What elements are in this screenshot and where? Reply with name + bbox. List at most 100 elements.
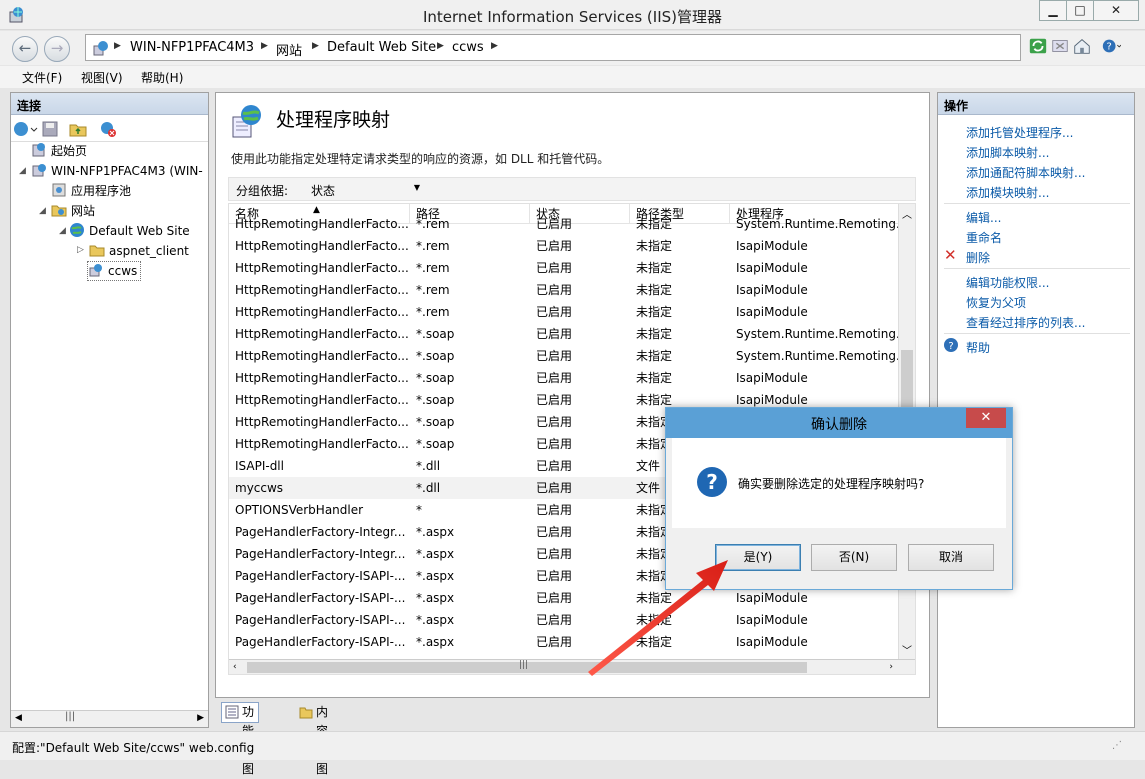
action-rename[interactable]: 重命名 (966, 229, 1002, 246)
disconnect-icon[interactable] (99, 120, 117, 138)
table-row[interactable]: HttpRemotingHandlerFacto... *.soap 已启用 未指定 S… (229, 345, 903, 367)
collapse-arrow-icon[interactable]: ◢ (19, 166, 26, 176)
scroll-left-icon[interactable]: ‹ (233, 662, 237, 672)
breadcrumb-separator-icon: ▶ (312, 41, 319, 51)
table-row[interactable]: HttpRemotingHandlerFacto... *.rem 已启用 未指定 Is… (229, 279, 903, 301)
tab-content-view[interactable]: 内容视图 (295, 702, 333, 776)
table-row[interactable]: PageHandlerFactory-ISAPI-... *.aspx 已启用 未指定… (229, 587, 903, 609)
cell-path: *.rem (416, 239, 450, 253)
scroll-right-icon[interactable]: ▶ (197, 713, 204, 723)
cell-path: *.aspx (416, 569, 455, 583)
forward-arrow-icon: → (50, 39, 64, 57)
tree-item-sites[interactable]: 网站 (51, 201, 95, 221)
address-bar[interactable]: ▶ WIN-NFP1PFAC4M3 ▶ 网站 ▶ Default Web Sit… (85, 34, 1021, 61)
action-edit-feature-permissions[interactable]: 编辑功能权限... (966, 274, 1049, 291)
collapse-arrow-icon[interactable]: ◢ (59, 226, 66, 236)
no-button[interactable]: 否(N) (811, 544, 897, 571)
cell-path: *.soap (416, 371, 455, 385)
expand-arrow-icon[interactable]: ▷ (77, 245, 84, 255)
table-row[interactable]: HttpRemotingHandlerFacto... *.soap 已启用 未指定 I… (229, 367, 903, 389)
home-icon[interactable] (1071, 35, 1093, 57)
cell-state: 已启用 (536, 437, 573, 451)
resize-grip-icon[interactable]: ⋰ (1112, 740, 1122, 751)
yes-button[interactable]: 是(Y) (715, 544, 801, 571)
connect-globe-icon[interactable] (13, 120, 39, 138)
cancel-button[interactable]: 取消 (908, 544, 994, 571)
menu-file[interactable]: 文件(F) (22, 69, 62, 86)
menu-help[interactable]: 帮助(H) (141, 69, 183, 86)
action-help[interactable]: 帮助 (966, 339, 990, 356)
table-row[interactable]: HttpRemotingHandlerFacto... *.rem 已启用 未指定 Is… (229, 257, 903, 279)
action-add-managed-handler[interactable]: 添加托管处理程序... (966, 124, 1073, 141)
folder-up-icon[interactable] (69, 120, 87, 138)
scroll-right-icon[interactable]: › (889, 662, 893, 672)
svg-text:?: ? (706, 470, 718, 494)
breadcrumb-server[interactable]: WIN-NFP1PFAC4M3 (130, 40, 254, 55)
scroll-left-icon[interactable]: ◀ (15, 713, 22, 723)
cell-name: PageHandlerFactory-Integr... (235, 525, 406, 539)
tree-item-label: 网站 (71, 204, 96, 218)
dialog-close-button[interactable]: ✕ (966, 408, 1006, 428)
handler-mappings-icon (232, 105, 261, 138)
cell-path: *.aspx (416, 547, 455, 561)
help-dropdown-icon[interactable]: ? (1100, 35, 1122, 57)
cell-name: OPTIONSVerbHandler (235, 503, 364, 517)
action-edit[interactable]: 编辑... (966, 209, 1001, 226)
close-button[interactable]: ✕ (1093, 0, 1139, 21)
scroll-thumb[interactable] (901, 350, 913, 410)
sites-folder-icon (51, 205, 67, 217)
tree-item-start-page[interactable]: 起始页 (31, 141, 87, 161)
group-by-select[interactable]: 状态 ▼ (307, 181, 422, 199)
minimize-button[interactable]: ▁ (1039, 0, 1067, 21)
breadcrumb-ccws[interactable]: ccws (452, 40, 484, 55)
table-row[interactable]: HttpRemotingHandlerFacto... *.rem 已启用 未指定 Sy… (229, 213, 903, 235)
tree-item-server[interactable]: WIN-NFP1PFAC4M3 (WIN- (31, 161, 203, 181)
forward-button[interactable]: → (44, 36, 70, 62)
action-view-ordered-list[interactable]: 查看经过排序的列表... (966, 314, 1085, 331)
stop-icon[interactable] (1049, 35, 1071, 57)
cell-state: 已启用 (536, 503, 573, 517)
server-icon (32, 164, 46, 177)
content-view-icon (299, 707, 313, 719)
action-add-script-map[interactable]: 添加脚本映射... (966, 144, 1049, 161)
action-add-wildcard-script-map[interactable]: 添加通配符脚本映射... (966, 164, 1085, 181)
cell-path-type: 未指定 (636, 371, 673, 385)
table-row[interactable]: PageHandlerFactory-ISAPI-... *.aspx 已启用 未指定… (229, 609, 903, 631)
refresh-icon[interactable] (1027, 35, 1049, 57)
tab-features-view[interactable]: 功能视图 (221, 702, 260, 776)
action-delete[interactable]: 删除 (966, 249, 990, 266)
table-horizontal-scrollbar[interactable]: ‹ ||| › (229, 659, 915, 674)
tree-item-label: ccws (108, 264, 138, 278)
tree-item-aspnet-client[interactable]: aspnet_client (89, 241, 189, 261)
group-by-label: 分组依据: (236, 184, 289, 198)
table-row[interactable]: HttpRemotingHandlerFacto... *.soap 已启用 未指定 S… (229, 323, 903, 345)
cell-handler: System.Runtime.Remoting.... (736, 327, 900, 341)
table-row[interactable]: HttpRemotingHandlerFacto... *.rem 已启用 未指定 Is… (229, 235, 903, 257)
cell-handler: IsapiModule (736, 239, 808, 253)
cell-path: *.rem (416, 217, 450, 231)
tree-item-ccws[interactable]: ccws (87, 261, 142, 281)
cell-path-type: 未指定 (636, 217, 673, 231)
cell-name: HttpRemotingHandlerFacto... (235, 437, 409, 451)
tree-item-app-pools[interactable]: 应用程序池 (51, 181, 131, 201)
actions-divider (944, 333, 1130, 334)
cell-path: *.rem (416, 261, 450, 275)
save-icon[interactable] (41, 120, 59, 138)
maximize-button[interactable]: □ (1066, 0, 1094, 21)
tree-item-default-web-site[interactable]: Default Web Site (69, 221, 190, 241)
breadcrumb-default-web-site[interactable]: Default Web Site (327, 40, 436, 55)
scroll-down-icon[interactable]: ﹀ (902, 642, 912, 657)
collapse-arrow-icon[interactable]: ◢ (39, 206, 46, 216)
scroll-up-icon[interactable]: ︿ (902, 206, 912, 221)
scroll-thumb-grip-icon[interactable]: ||| (65, 711, 75, 722)
cell-path: *.dll (416, 481, 441, 495)
connections-horizontal-scrollbar[interactable]: ◀ ||| ▶ (11, 710, 208, 727)
title-bar: Internet Information Services (IIS)管理器 ▁… (0, 0, 1145, 30)
table-row[interactable]: HttpRemotingHandlerFacto... *.rem 已启用 未指定 Is… (229, 301, 903, 323)
action-add-module-mapping[interactable]: 添加模块映射... (966, 184, 1049, 201)
table-row[interactable]: PageHandlerFactory-ISAPI-... *.aspx 已启用 未指定… (229, 631, 903, 653)
breadcrumb-sites[interactable]: 网站 (276, 40, 302, 59)
back-button[interactable]: ← (12, 36, 38, 62)
action-revert-to-parent[interactable]: 恢复为父项 (966, 294, 1026, 311)
menu-view[interactable]: 视图(V) (81, 69, 123, 86)
